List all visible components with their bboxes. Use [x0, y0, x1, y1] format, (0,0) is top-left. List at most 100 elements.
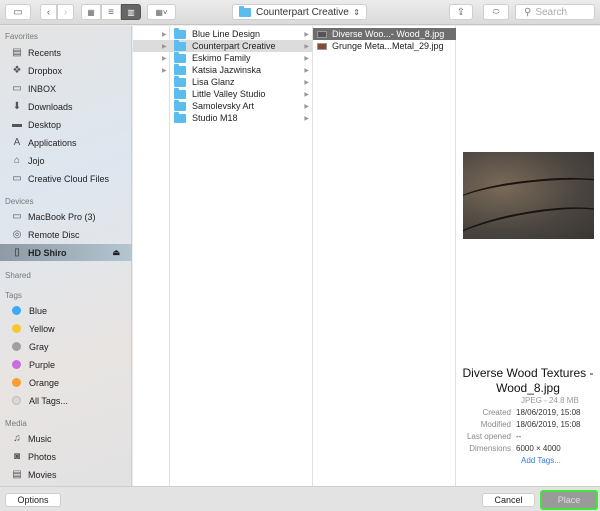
list-icon: ≡	[108, 6, 114, 18]
share-icon: ⇪	[456, 6, 466, 18]
tag-icon: ⬭	[492, 7, 500, 16]
list-item[interactable]: Samolevsky Art ▶	[170, 99, 313, 112]
list-item[interactable]: Diverse Woo...- Wood_8.jpg	[313, 28, 456, 40]
image-file-icon	[317, 30, 327, 38]
sidebar-item-inbox[interactable]: ▭ INBOX	[0, 80, 132, 97]
folder-icon	[174, 87, 186, 99]
disclosure-arrow-icon: ▶	[304, 31, 309, 38]
sidebar-item-recents[interactable]: ▤ Recents	[0, 44, 132, 61]
share-button[interactable]: ⇪	[449, 4, 473, 20]
disclosure-arrow-icon: ▶	[162, 55, 167, 62]
list-item[interactable]: Studio M18 ▶	[170, 111, 313, 124]
preview-thumbnail	[463, 152, 594, 239]
back-button[interactable]: ‹	[40, 4, 57, 20]
sidebar-tag-blue[interactable]: Blue	[0, 302, 132, 319]
sidebar-item-music[interactable]: ♫ Music	[0, 430, 132, 447]
camera-icon: ◙	[13, 451, 21, 462]
list-item[interactable]: Counterpart Creative ▶	[170, 39, 313, 52]
list-item[interactable]: Blue Line Design ▶	[170, 27, 313, 40]
disclosure-arrow-icon: ▶	[304, 91, 309, 98]
list-item[interactable]: Eskimo Family ▶	[170, 51, 313, 64]
forward-button[interactable]: ›	[57, 4, 74, 20]
sidebar-tag-orange[interactable]: Orange	[0, 374, 132, 391]
media-header: Media	[5, 419, 27, 428]
sidebar-tag-yellow[interactable]: Yellow	[0, 320, 132, 337]
column-parent[interactable]: ▶ ▶ ▶ ▶	[133, 26, 170, 486]
disclosure-arrow-icon: ▶	[304, 43, 309, 50]
film-icon: ▤	[12, 469, 22, 480]
cancel-button[interactable]: Cancel	[482, 493, 535, 507]
recents-icon: ▤	[12, 47, 22, 58]
sidebar-toggle-button[interactable]: ▭	[5, 4, 31, 20]
grid-icon: ▦	[87, 7, 95, 17]
sidebar-item-downloads[interactable]: ⬇ Downloads	[0, 98, 132, 115]
folder-icon	[174, 63, 186, 75]
downloads-icon: ⬇	[12, 101, 22, 112]
chevron-right-icon: ›	[63, 6, 68, 18]
list-item[interactable]: Lisa Glanz ▶	[170, 75, 313, 88]
preview-pane: Diverse Wood Textures - Wood_8.jpg JPEG …	[456, 26, 600, 486]
sidebar-item-creative-cloud-files[interactable]: ▭ Creative Cloud Files	[0, 170, 132, 187]
icon-view-button[interactable]: ▦	[81, 4, 101, 20]
disclosure-arrow-icon: ▶	[162, 67, 167, 74]
column-files[interactable]: Diverse Woo...- Wood_8.jpg Grunge Meta..…	[313, 26, 456, 486]
list-item[interactable]: Katsia Jazwinska ▶	[170, 63, 313, 76]
tag-dot-icon	[12, 324, 21, 333]
folder-icon	[174, 75, 186, 87]
sidebar-tag-purple[interactable]: Purple	[0, 356, 132, 373]
list-item[interactable]: Grunge Meta...Metal_29.jpg	[313, 40, 456, 52]
sidebar-item-remote-disc[interactable]: ◎ Remote Disc	[0, 226, 132, 243]
toolbar: ▭ ‹ › ▦ ≡ ▥ ▦˅ Counterpart Creative ⇕ ⇪ …	[0, 0, 600, 25]
disclosure-arrow-icon: ▶	[304, 103, 309, 110]
group-by-button[interactable]: ▦˅	[147, 4, 176, 20]
home-icon: ⌂	[13, 155, 21, 166]
tag-dot-icon	[12, 342, 21, 351]
favorites-header: Favorites	[5, 32, 38, 41]
sidebar-item-photos[interactable]: ◙ Photos	[0, 448, 132, 465]
column-folders[interactable]: Blue Line Design ▶ Counterpart Creative ▶ …	[170, 26, 313, 486]
add-tags-link[interactable]: Add Tags...	[456, 456, 600, 465]
options-button[interactable]: Options	[5, 493, 61, 507]
folder-icon	[174, 99, 186, 111]
preview-kind: JPEG - 24.8 MB	[521, 396, 579, 405]
disclosure-arrow-icon: ▶	[162, 31, 167, 38]
search-placeholder: Search	[535, 6, 568, 18]
meta-created: Created 18/06/2019, 15:08	[482, 408, 581, 417]
sidebar-item-dropbox[interactable]: ❖ Dropbox	[0, 62, 132, 79]
place-button[interactable]: Place	[540, 490, 598, 510]
bottom-bar: Options Cancel Place	[0, 486, 600, 511]
group-grid-icon: ▦˅	[155, 7, 168, 17]
shared-header: Shared	[5, 271, 31, 280]
list-item[interactable]: ▶	[133, 28, 170, 40]
sidebar-tag-gray[interactable]: Gray	[0, 338, 132, 355]
path-popup[interactable]: Counterpart Creative ⇕	[232, 4, 367, 20]
sidebar-item-macbook-pro[interactable]: ▭ MacBook Pro (3)	[0, 208, 132, 225]
sidebar-all-tags[interactable]: All Tags...	[0, 392, 132, 409]
list-item[interactable]: Little Valley Studio ▶	[170, 87, 313, 100]
music-icon: ♫	[13, 433, 21, 444]
list-view-button[interactable]: ≡	[101, 4, 121, 20]
list-item[interactable]: ▶	[133, 64, 170, 76]
list-item[interactable]: ▶	[133, 40, 170, 52]
search-input[interactable]: ⚲ Search	[515, 4, 595, 20]
image-file-icon	[317, 42, 327, 50]
disclosure-arrow-icon: ▶	[162, 43, 167, 50]
folder-icon: ▭	[12, 83, 22, 94]
list-item[interactable]: ▶	[133, 52, 170, 64]
eject-icon[interactable]: ⏏	[112, 248, 120, 257]
sidebar-item-hd-shiro[interactable]: ▯ HD Shiro ⏏	[0, 244, 132, 261]
sidebar-item-jojo[interactable]: ⌂ Jojo	[0, 152, 132, 169]
sidebar-item-applications[interactable]: A Applications	[0, 134, 132, 151]
updown-chevron-icon: ⇕	[353, 7, 360, 17]
disclosure-arrow-icon: ▶	[304, 115, 309, 122]
sidebar-item-movies[interactable]: ▤ Movies	[0, 466, 132, 483]
applications-icon: A	[13, 137, 21, 148]
columns-icon: ▥	[127, 7, 135, 17]
disclosure-arrow-icon: ▶	[304, 67, 309, 74]
tag-dot-icon	[12, 378, 21, 387]
tag-button[interactable]: ⬭	[483, 4, 509, 20]
laptop-icon: ▭	[12, 211, 22, 222]
column-view-button[interactable]: ▥	[121, 4, 141, 20]
sidebar: Favorites ▤ Recents ❖ Dropbox ▭ INBOX ⬇ Down…	[0, 26, 132, 486]
sidebar-item-desktop[interactable]: ▬ Desktop	[0, 116, 132, 133]
